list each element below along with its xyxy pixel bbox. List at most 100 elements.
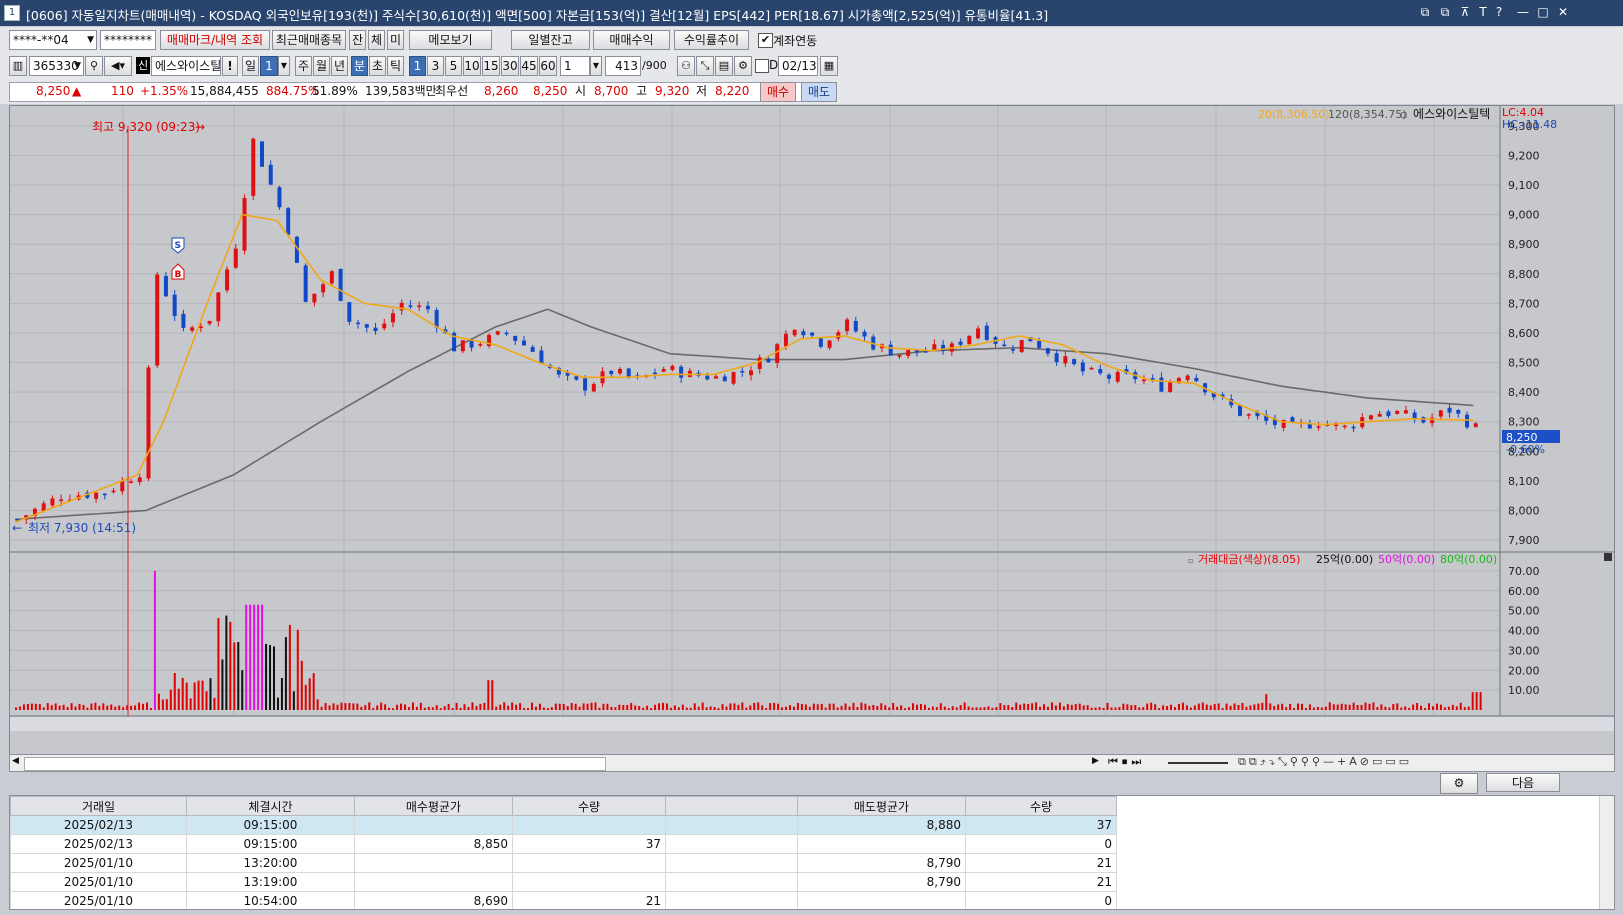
table-cell: 21: [965, 872, 1117, 892]
period-second-button[interactable]: 초: [369, 56, 386, 76]
period-tick-button[interactable]: 틱: [387, 56, 404, 76]
minute-60-button[interactable]: 60: [539, 56, 557, 76]
sell-button[interactable]: 매도: [801, 82, 837, 102]
volume-bar: [1181, 702, 1184, 710]
table-row[interactable]: 2025/01/10 10:54:00 8,690 21 0: [10, 891, 1117, 909]
zoom-slider[interactable]: [1168, 762, 1228, 764]
buy-button[interactable]: 매수: [760, 82, 796, 102]
save-icon[interactable]: ▤: [715, 56, 733, 76]
pin-icon[interactable]: ⊼: [1458, 5, 1472, 19]
next-button[interactable]: 다음: [1486, 773, 1560, 792]
window-number-icon[interactable]: 1: [4, 5, 20, 21]
period-day-button[interactable]: 일: [242, 56, 259, 76]
col-sell-qty[interactable]: 수량: [965, 796, 1117, 816]
minimize-button[interactable]: —: [1516, 5, 1530, 19]
layout-icon[interactable]: ▥: [9, 56, 27, 76]
filled-toggle[interactable]: 체: [368, 30, 385, 50]
account-link-checkbox[interactable]: ✔: [758, 33, 773, 48]
table-scrollbar[interactable]: [1599, 796, 1614, 909]
draw-tool-icon[interactable]: ⤡: [696, 56, 714, 76]
calendar-icon[interactable]: ▦: [820, 56, 838, 76]
minute-5-button[interactable]: 5: [445, 56, 462, 76]
speaker-icon[interactable]: ◀▾: [104, 56, 132, 76]
period-week-button[interactable]: 주: [295, 56, 312, 76]
volume-bar: [479, 703, 482, 710]
volume-bar: [1467, 706, 1470, 710]
table-row[interactable]: 2025/02/13 09:15:00 8,880 37: [10, 815, 1117, 835]
password-field[interactable]: ********: [100, 30, 156, 50]
stock-name-field[interactable]: 에스와이스틸텍: [151, 56, 221, 76]
copy-window-icon[interactable]: ⧉: [1438, 5, 1452, 19]
stock-code-input[interactable]: 365330 ▼: [29, 56, 84, 76]
daily-balance-button[interactable]: 일별잔고: [511, 30, 590, 50]
scroll-right-icon[interactable]: ▶: [1092, 756, 1099, 766]
volume-bar: [157, 693, 160, 710]
candle-body: [775, 344, 780, 364]
link-icon[interactable]: ⧉: [1418, 5, 1432, 19]
memo-button[interactable]: 메모보기: [409, 30, 492, 50]
close-button[interactable]: ✕: [1556, 5, 1570, 19]
date-checkbox[interactable]: [755, 59, 769, 73]
volume-bar: [848, 706, 851, 710]
maximize-button[interactable]: □: [1536, 5, 1550, 19]
playback-controls[interactable]: ⏮⏹⏭: [1108, 755, 1145, 769]
period-year-button[interactable]: 년: [331, 56, 348, 76]
low-price: 8,220: [715, 84, 750, 98]
buy-mark[interactable]: B: [171, 263, 185, 280]
balance-toggle[interactable]: 잔: [349, 30, 366, 50]
chart-scrollbar[interactable]: ◀ ▶ ⏮⏹⏭ ⧉⧉⤴⤵⤡⚲⚲⚲—+A⊘▭▭▭: [9, 754, 1615, 772]
volume-bar: [1130, 705, 1133, 710]
minute-1-button[interactable]: 1: [409, 56, 426, 76]
period-n-select[interactable]: 1: [260, 56, 278, 76]
trade-mark-query-button[interactable]: 매매마크/내역 조회: [160, 30, 270, 50]
table-row[interactable]: 2025/01/10 13:19:00 8,790 21: [10, 872, 1117, 892]
col-trade-date[interactable]: 거래일: [10, 796, 187, 816]
chevron-down-icon[interactable]: ▼: [278, 56, 290, 76]
price-chart[interactable]: 9,3009,2009,1009,0008,9008,8008,7008,600…: [10, 106, 1614, 754]
help-icon[interactable]: ?: [1492, 5, 1506, 19]
minute-15-button[interactable]: 15: [482, 56, 500, 76]
account-select[interactable]: ****-**04 ▼: [9, 30, 97, 50]
chart-panel[interactable]: 9,300 9,200 9,100 9,000 8,900 8,800 8,700 8,600…: [9, 105, 1615, 755]
volume-bar: [868, 705, 871, 710]
volume-bar: [122, 707, 125, 710]
scroll-thumb[interactable]: [24, 757, 606, 771]
col-buy-qty[interactable]: 수량: [512, 796, 666, 816]
pane-menu-icon[interactable]: [1604, 553, 1612, 561]
table-row[interactable]: 2025/02/13 09:15:00 8,850 37 0: [10, 834, 1117, 854]
font-icon[interactable]: T: [1476, 5, 1490, 19]
return-trend-button[interactable]: 수익률추이: [674, 30, 749, 50]
table-row[interactable]: 2025/01/10 13:20:00 8,790 21: [10, 853, 1117, 873]
compare-icon[interactable]: ⚇: [677, 56, 695, 76]
minute-45-button[interactable]: 45: [520, 56, 538, 76]
period-minute-button[interactable]: 분: [351, 56, 368, 76]
candle-body: [783, 333, 788, 347]
col-sell-avg[interactable]: 매도평균가: [797, 796, 966, 816]
alert-button[interactable]: !: [222, 56, 238, 76]
date-input[interactable]: 02/13: [778, 56, 818, 76]
recent-items-button[interactable]: 최근매매종목: [272, 30, 346, 50]
col-buy-avg[interactable]: 매수평균가: [354, 796, 513, 816]
col-fill-time[interactable]: 체결시간: [186, 796, 355, 816]
trade-history-table[interactable]: 거래일 체결시간 매수평균가 수량 매도평균가 수량 2025/02/13 09:…: [9, 795, 1615, 910]
chart-tool-icons[interactable]: ⧉⧉⤴⤵⤡⚲⚲⚲—+A⊘▭▭▭: [1238, 755, 1412, 769]
trade-profit-button[interactable]: 매매수익: [593, 30, 670, 50]
volume-bar: [884, 705, 887, 710]
minute-10-button[interactable]: 10: [463, 56, 481, 76]
minute-30-button[interactable]: 30: [501, 56, 519, 76]
unfilled-toggle[interactable]: 미: [387, 30, 404, 50]
sell-mark[interactable]: S: [171, 237, 185, 254]
multiplier-input[interactable]: 1: [560, 56, 590, 76]
volume-bar: [1237, 704, 1240, 710]
gear-icon[interactable]: ⚙: [734, 56, 752, 76]
chevron-down-icon[interactable]: ▼: [590, 56, 602, 76]
scroll-left-icon[interactable]: ◀: [12, 756, 19, 766]
volume-bar: [475, 706, 478, 710]
bar-count-input[interactable]: 413: [605, 56, 641, 76]
search-icon[interactable]: ⚲: [85, 56, 103, 76]
volume-bar: [1364, 702, 1367, 710]
minute-3-button[interactable]: 3: [427, 56, 444, 76]
volume-bar: [1376, 707, 1379, 710]
period-month-button[interactable]: 월: [313, 56, 330, 76]
table-settings-icon[interactable]: ⚙: [1440, 773, 1478, 794]
